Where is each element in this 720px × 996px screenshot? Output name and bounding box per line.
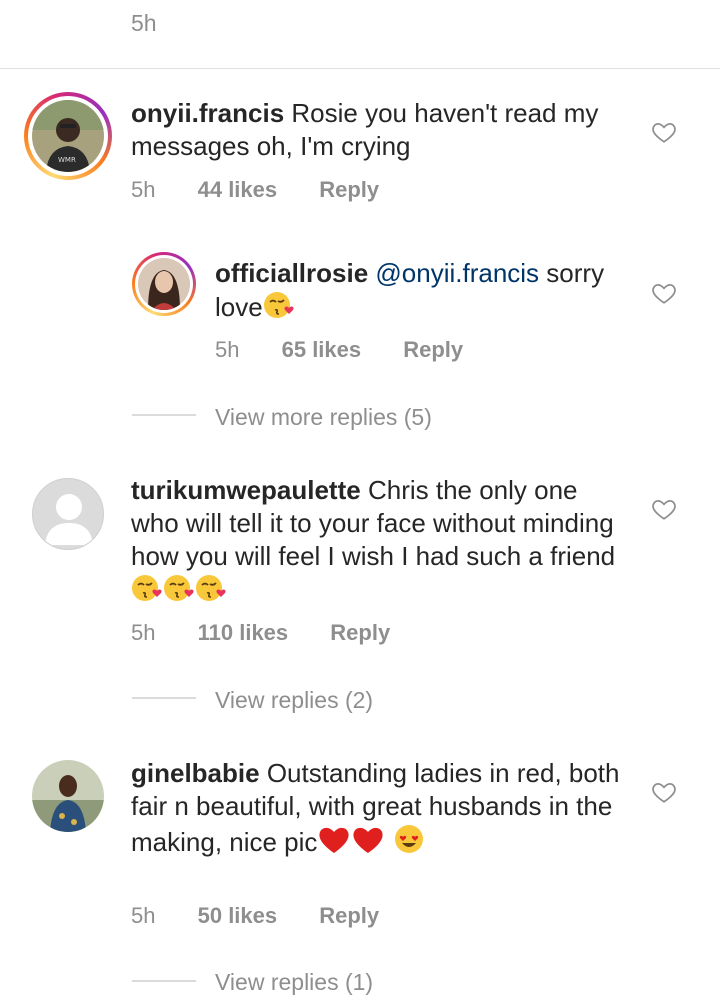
comment-meta: 5h 50 likes Reply: [131, 903, 379, 929]
comment-meta: 5h 110 likes Reply: [131, 620, 390, 646]
red-heart-emoji: [319, 827, 349, 853]
heart-outline-icon[interactable]: [651, 496, 677, 522]
view-replies-link[interactable]: View replies (1): [215, 969, 373, 996]
likes-count[interactable]: 110 likes: [198, 620, 289, 646]
reply-button[interactable]: Reply: [403, 337, 463, 363]
comment-time: 5h: [131, 620, 156, 645]
comment-turikumwepaulette: turikumwepaulette Chris the only one who…: [131, 474, 631, 607]
view-replies-link[interactable]: View replies (2): [215, 687, 373, 714]
heart-eyes-emoji: [394, 825, 423, 853]
comment-username[interactable]: officiallrosie: [215, 258, 368, 288]
default-avatar-icon: [45, 494, 93, 545]
heart-outline-icon[interactable]: [651, 119, 677, 145]
avatar-onyii-francis[interactable]: WMR: [24, 92, 112, 180]
comment-onyii-francis: onyii.francis Rosie you haven't read my …: [131, 97, 631, 163]
likes-count[interactable]: 50 likes: [198, 903, 278, 929]
comment-meta: 5h 44 likes Reply: [131, 177, 379, 203]
view-more-replies-link[interactable]: View more replies (5): [215, 404, 432, 431]
profile-photo: [138, 258, 190, 310]
comment-username[interactable]: onyii.francis: [131, 98, 284, 128]
comment-ginelbabie: ginelbabie Outstanding ladies in red, bo…: [131, 757, 631, 859]
comment-time: 5h: [131, 177, 156, 202]
svg-text:WMR: WMR: [58, 156, 76, 164]
face-blowing-kiss-emoji: [263, 292, 294, 318]
heart-outline-icon[interactable]: [651, 779, 677, 805]
likes-count[interactable]: 65 likes: [282, 337, 362, 363]
reply-meta: 5h 65 likes Reply: [215, 337, 463, 363]
avatar-officiallrosie[interactable]: [132, 252, 196, 316]
reply-button[interactable]: Reply: [319, 177, 379, 203]
face-blowing-kiss-emoji: [196, 575, 226, 601]
avatar-turikumwepaulette[interactable]: [32, 478, 104, 550]
face-blowing-kiss-emoji: [132, 575, 162, 601]
reply-button[interactable]: Reply: [319, 903, 379, 929]
comment-time: 5h: [215, 337, 240, 362]
heart-outline-icon[interactable]: [651, 280, 677, 306]
view-replies-line: [132, 697, 196, 699]
view-replies-line: [132, 414, 196, 416]
mention-link[interactable]: @onyii.francis: [375, 258, 539, 288]
comment-time: 5h: [131, 903, 156, 928]
comment-username[interactable]: ginelbabie: [131, 758, 260, 788]
red-heart-emoji: [353, 827, 383, 853]
avatar-ginelbabie[interactable]: [32, 760, 104, 832]
section-divider: [0, 68, 720, 69]
reply-button[interactable]: Reply: [330, 620, 390, 646]
view-replies-line: [132, 980, 196, 982]
likes-count[interactable]: 44 likes: [198, 177, 278, 203]
comment-username[interactable]: turikumwepaulette: [131, 475, 361, 505]
face-blowing-kiss-emoji: [164, 575, 194, 601]
profile-photo: [32, 760, 104, 832]
reply-officiallrosie: officiallrosie @onyii.francis sorry love: [215, 257, 635, 324]
profile-photo: WMR: [32, 100, 104, 172]
previous-comment-time: 5h: [131, 10, 157, 36]
